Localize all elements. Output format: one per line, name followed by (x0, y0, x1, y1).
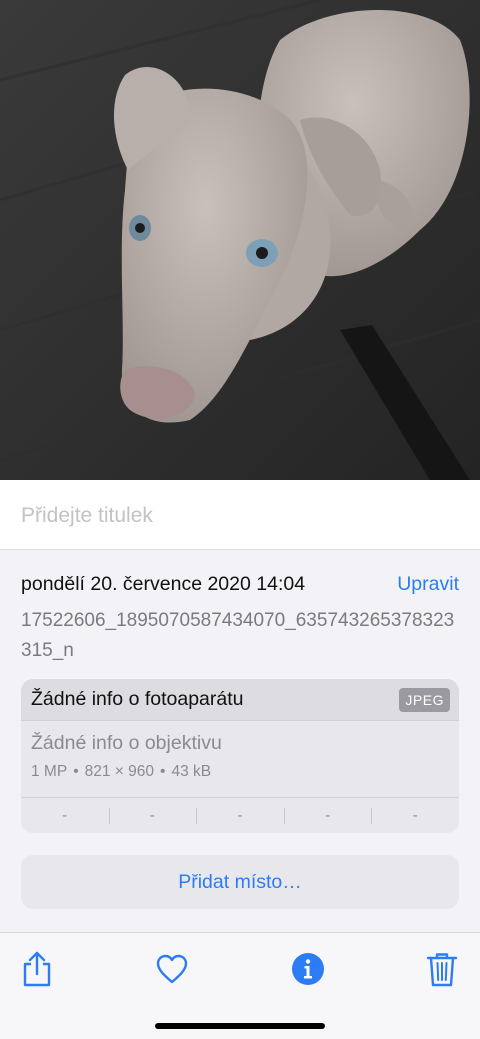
lens-label: Žádné info o objektivu (31, 732, 222, 754)
add-place-button[interactable]: Přidat místo… (21, 855, 459, 909)
share-button[interactable] (15, 947, 59, 991)
camera-label: Žádné info o fotoaparátu (31, 688, 244, 710)
image-specs: 1 MP • 821 × 960 • 43 kB (31, 763, 211, 781)
exif-shutter: - (371, 798, 459, 833)
metadata-card: Žádné info o fotoaparátu JPEG Žádné info… (21, 679, 459, 833)
exif-iso: - (62, 807, 68, 824)
info-icon (292, 953, 324, 985)
spec-separator: • (73, 763, 79, 780)
exif-exposure: - (196, 798, 284, 833)
dimensions: 821 × 960 (84, 763, 155, 780)
file-size: 43 kB (171, 763, 212, 780)
home-indicator[interactable] (155, 1023, 325, 1029)
heart-icon (156, 954, 188, 984)
exif-row: - - - - - (21, 797, 459, 833)
caption-area (0, 480, 480, 550)
bottom-toolbar (0, 932, 480, 1039)
megapixels: 1 MP (31, 763, 68, 780)
photo-date: pondělí 20. července 2020 14:04 (21, 573, 306, 595)
format-badge: JPEG (399, 688, 450, 712)
camera-header: Žádné info o fotoaparátu JPEG (21, 679, 459, 721)
favorite-button[interactable] (150, 947, 194, 991)
edit-date-button[interactable]: Upravit (397, 573, 459, 596)
caption-input[interactable] (21, 502, 461, 530)
info-button[interactable] (286, 947, 330, 991)
trash-icon (426, 953, 458, 987)
exif-focal-length: - (108, 798, 197, 833)
share-icon (23, 951, 51, 987)
delete-button[interactable] (420, 947, 464, 991)
file-name: 17522606_1895070587434070_63574326537832… (21, 610, 455, 661)
spec-separator: • (160, 763, 166, 780)
dog-photo (0, 0, 480, 480)
exif-aperture: - (283, 798, 372, 833)
photo-viewer[interactable] (0, 0, 480, 480)
